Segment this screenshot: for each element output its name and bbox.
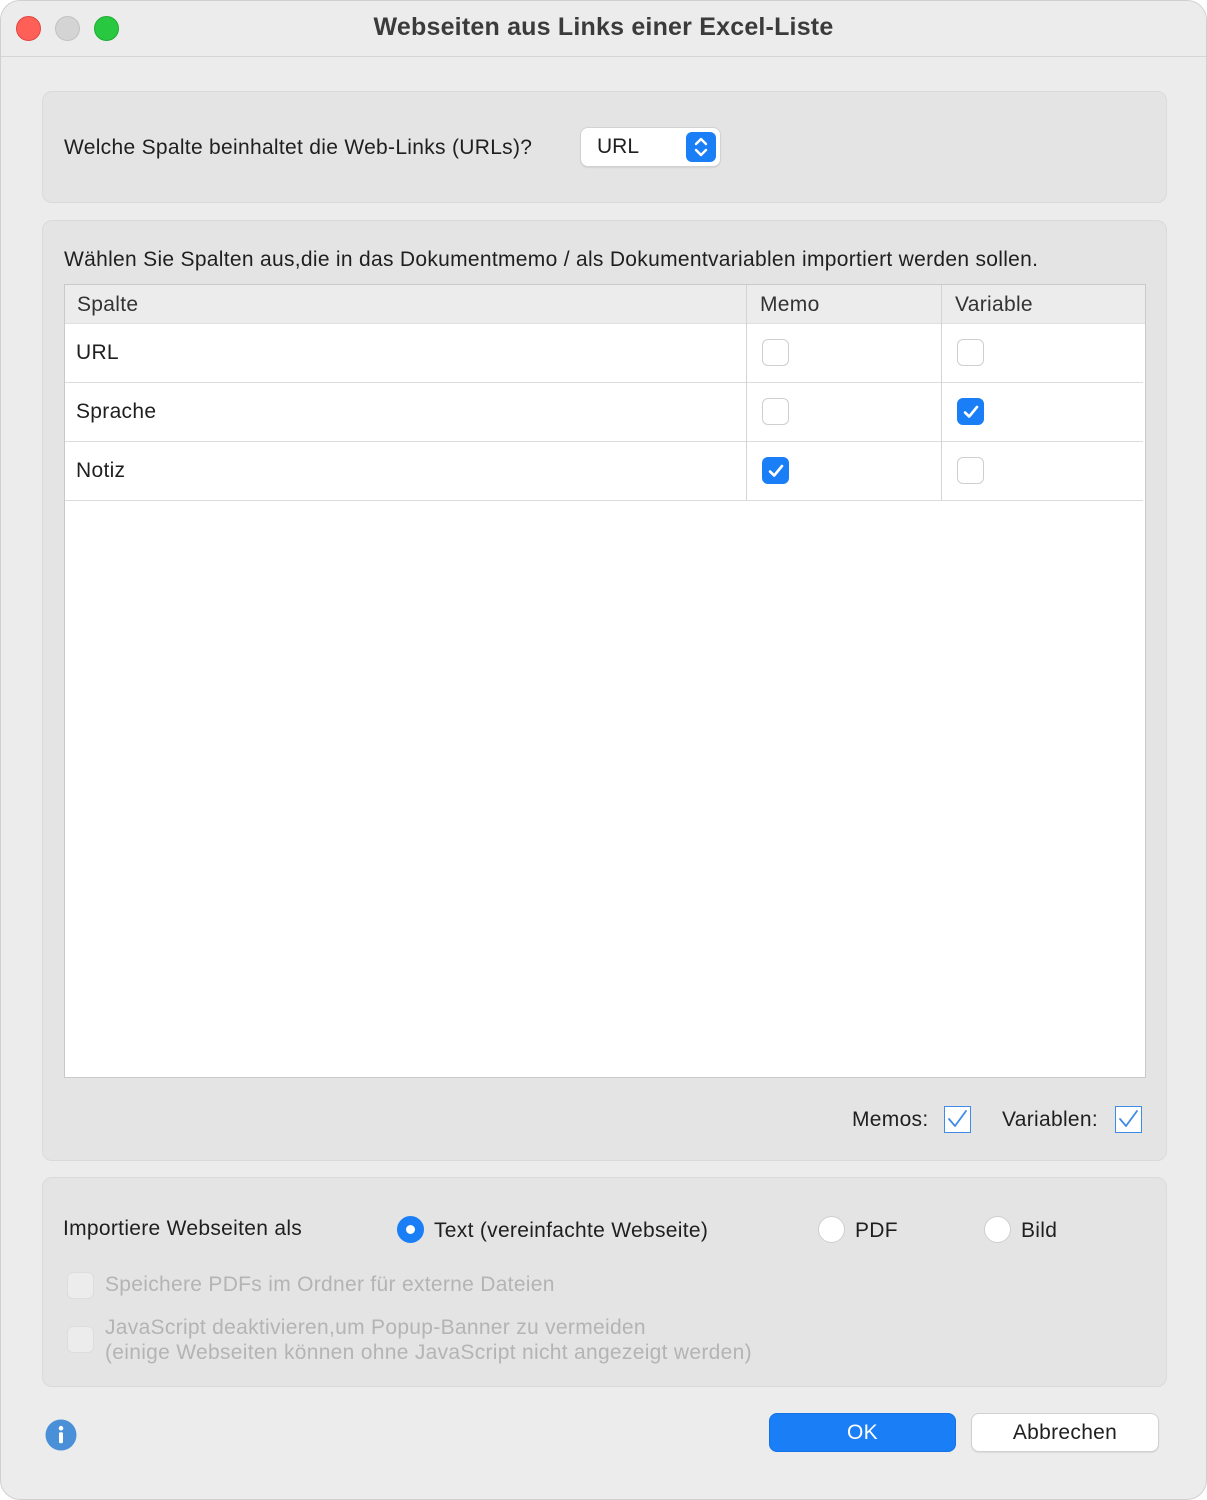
row-name: URL xyxy=(76,341,119,364)
row-name: Sprache xyxy=(76,400,157,423)
memo-checkbox-url[interactable] xyxy=(762,339,789,366)
dialog-window: Webseiten aus Links einer Excel-Liste We… xyxy=(0,0,1207,1500)
cancel-button[interactable]: Abbrechen xyxy=(971,1413,1159,1452)
memos-toggle-label: Memos: xyxy=(852,1108,929,1131)
variables-select-all-checkbox[interactable] xyxy=(1115,1106,1142,1133)
url-column-panel: Welche Spalte beinhaltet die Web-Links (… xyxy=(42,91,1167,203)
radio-bild-label[interactable]: Bild xyxy=(1021,1219,1057,1243)
variable-checkbox-url[interactable] xyxy=(957,339,984,366)
column-divider xyxy=(746,285,747,500)
table-row[interactable]: URL xyxy=(65,324,1143,383)
table-row[interactable]: Sprache xyxy=(65,383,1143,442)
table-row[interactable]: Notiz xyxy=(65,442,1143,501)
checkmark-icon xyxy=(768,464,784,477)
checkmark-icon xyxy=(963,405,979,418)
header-memo[interactable]: Memo xyxy=(760,293,820,317)
row-name: Notiz xyxy=(76,459,126,482)
url-column-label: Welche Spalte beinhaltet die Web-Links (… xyxy=(64,136,533,159)
header-variable[interactable]: Variable xyxy=(955,293,1033,317)
columns-panel: Wählen Sie Spalten aus,die in das Dokume… xyxy=(42,220,1167,1161)
columns-instruction: Wählen Sie Spalten aus,die in das Dokume… xyxy=(64,248,1039,271)
url-column-select[interactable]: URL xyxy=(580,127,721,167)
radio-text-label[interactable]: Text (vereinfachte Webseite) xyxy=(434,1219,708,1243)
checkmark-icon xyxy=(948,1110,967,1127)
save-pdfs-checkbox[interactable] xyxy=(67,1272,94,1299)
ok-button[interactable]: OK xyxy=(769,1413,956,1452)
info-icon[interactable] xyxy=(45,1419,77,1451)
column-divider xyxy=(941,285,942,500)
disable-javascript-checkbox[interactable] xyxy=(67,1326,94,1353)
header-spalte[interactable]: Spalte xyxy=(77,293,138,317)
checkmark-icon xyxy=(1119,1110,1138,1127)
radio-text[interactable] xyxy=(397,1216,424,1243)
memos-select-all-checkbox[interactable] xyxy=(944,1106,971,1133)
memo-checkbox-sprache[interactable] xyxy=(762,398,789,425)
url-column-select-value: URL xyxy=(597,135,640,158)
radio-pdf-label[interactable]: PDF xyxy=(855,1219,898,1243)
variable-checkbox-notiz[interactable] xyxy=(957,457,984,484)
memo-checkbox-notiz[interactable] xyxy=(762,457,789,484)
columns-table: Spalte Memo Variable URL Sprache Notiz xyxy=(64,284,1146,1078)
save-pdfs-label: Speichere PDFs im Ordner für externe Dat… xyxy=(105,1273,555,1296)
import-as-label: Importiere Webseiten als xyxy=(63,1217,303,1240)
table-header: Spalte Memo Variable xyxy=(65,285,1145,324)
disable-javascript-note: (einige Webseiten können ohne JavaScript… xyxy=(105,1341,752,1364)
window-title: Webseiten aus Links einer Excel-Liste xyxy=(373,13,834,41)
variable-checkbox-sprache[interactable] xyxy=(957,398,984,425)
up-down-arrows-icon xyxy=(686,132,716,162)
variables-toggle-label: Variablen: xyxy=(1002,1108,1099,1131)
radio-bild[interactable] xyxy=(984,1216,1011,1243)
radio-pdf[interactable] xyxy=(818,1216,845,1243)
import-options-panel: Importiere Webseiten als Text (vereinfac… xyxy=(42,1177,1167,1387)
title-bar: Webseiten aus Links einer Excel-Liste xyxy=(1,1,1206,57)
disable-javascript-label: JavaScript deaktivieren,um Popup-Banner … xyxy=(105,1316,646,1339)
